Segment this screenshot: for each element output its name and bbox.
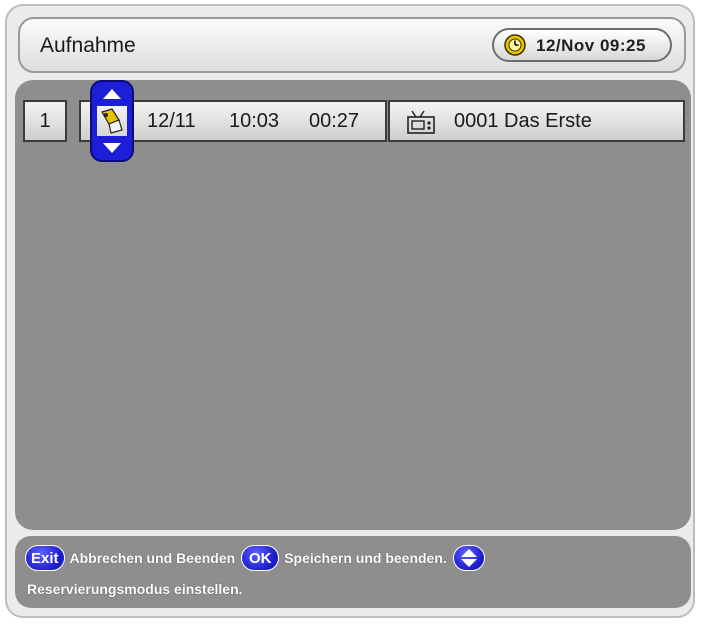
up-down-arrows-icon[interactable] xyxy=(452,545,485,571)
mode-spinner[interactable] xyxy=(90,80,134,162)
reservation-duration: 00:27 xyxy=(309,110,360,132)
reservation-list-panel: 1 12/11 10:03 00:27 0001 Das Erste xyxy=(15,80,691,530)
header-bar: Aufnahme 12/Nov 09:25 xyxy=(18,17,686,73)
ok-button[interactable]: OK xyxy=(241,545,280,571)
help-bar: Exit Abbrechen und Beenden OK Speichern … xyxy=(15,536,691,608)
arrow-up-icon[interactable] xyxy=(102,88,122,100)
reservation-date: 12/11 xyxy=(147,110,196,132)
ok-hint-text: Speichern und beenden. xyxy=(284,550,447,566)
clock-display: 12/Nov 09:25 xyxy=(492,28,672,62)
recording-mode-icon xyxy=(97,106,127,136)
page-title: Aufnahme xyxy=(40,34,136,57)
mode-hint-text: Reservierungsmodus einstellen. xyxy=(27,581,243,597)
exit-button[interactable]: Exit xyxy=(25,545,65,571)
key-hints: Exit Abbrechen und Beenden OK Speichern … xyxy=(25,544,485,572)
reservation-index: 1 xyxy=(23,100,67,142)
arrow-down-icon[interactable] xyxy=(102,142,122,154)
reservation-channel-cell[interactable]: 0001 Das Erste xyxy=(388,100,685,142)
clock-icon xyxy=(504,34,526,56)
clock-text: 12/Nov 09:25 xyxy=(536,36,646,55)
reservation-channel: 0001 Das Erste xyxy=(454,110,592,132)
reservation-start-time: 10:03 xyxy=(229,110,280,132)
tv-channel-icon xyxy=(407,110,435,134)
exit-hint-text: Abbrechen und Beenden xyxy=(69,550,236,566)
